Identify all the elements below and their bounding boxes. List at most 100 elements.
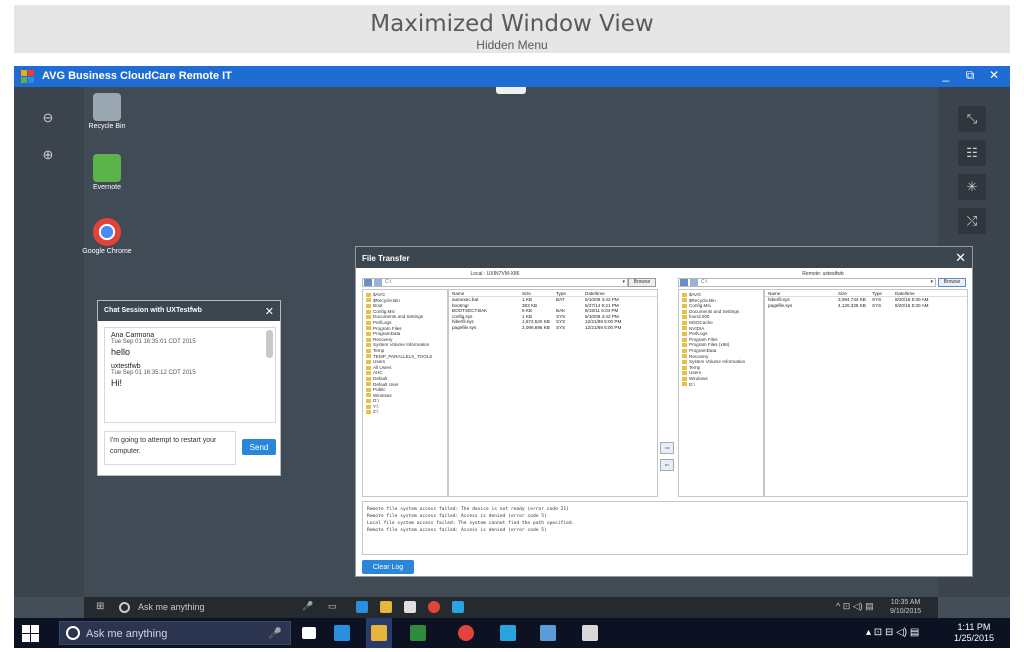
hidden-menu-handle[interactable]	[496, 87, 526, 94]
column-header[interactable]: Name	[768, 290, 780, 297]
local-up-icon[interactable]	[374, 279, 382, 286]
chrome-label: Google Chrome	[82, 248, 132, 255]
remote-search-text[interactable]: Ask me anything	[138, 602, 205, 612]
recycle-bin-label: Recycle Bin	[88, 123, 126, 130]
file-cell: 8/20/15 5:30 AM	[895, 302, 929, 308]
message-timestamp: Tue Sep 01 16:35:12 CDT 2015	[111, 370, 196, 376]
remote-mic-icon[interactable]: 🎤	[302, 601, 313, 612]
remote-clock: 10:35 AM 9/10/2015	[890, 598, 921, 616]
clear-log-button[interactable]: Clear Log	[362, 560, 414, 574]
file-cell: 4,126,328 KB	[838, 302, 866, 308]
task-view-icon[interactable]	[302, 627, 316, 639]
remote-skype-icon[interactable]	[452, 601, 464, 613]
evernote-desktop-icon[interactable]: Evernote	[82, 154, 132, 192]
column-header[interactable]: Name	[452, 290, 464, 297]
tray-icons[interactable]: ▴ ⊡ ⊟ ◁) ▤	[866, 627, 919, 638]
host-date: 1/25/2015	[953, 633, 994, 643]
local-folder-icon	[364, 279, 372, 286]
remote-dropdown-icon[interactable]: ▾	[930, 279, 933, 286]
chat-scrollbar[interactable]	[266, 330, 273, 358]
send-button[interactable]: Send	[242, 439, 276, 455]
minimize-button[interactable]: _	[938, 68, 954, 82]
mic-icon[interactable]: 🎤	[268, 627, 282, 640]
remote-time: 10:35 AM	[890, 599, 921, 606]
file-transfer-header: File Transfer ✕	[356, 247, 972, 268]
close-button[interactable]: ✕	[986, 68, 1002, 82]
column-header[interactable]: Date/time	[585, 290, 605, 297]
cortana-icon	[66, 626, 80, 640]
transfer-left-button[interactable]: ⇐	[660, 459, 674, 471]
message-text: hello	[111, 347, 131, 357]
remote-explorer-icon[interactable]	[380, 601, 392, 613]
remote-start-icon[interactable]: ⊞	[96, 601, 104, 612]
local-pane-title: Local : UXIN7VM-X86	[470, 271, 520, 277]
file-transfer-close-icon[interactable]: ✕	[955, 250, 966, 266]
column-header[interactable]: Type	[556, 290, 566, 297]
remote-task-view-icon[interactable]: ▭	[328, 601, 337, 612]
column-header[interactable]: Type	[872, 290, 882, 297]
local-path-field[interactable]: C:\ ▾	[362, 278, 628, 287]
host-search-box[interactable]: Ask me anything 🎤	[59, 621, 291, 645]
remote-up-icon[interactable]	[690, 279, 698, 286]
restore-button[interactable]: ⧉	[962, 68, 978, 83]
banner-title: Maximized Window View	[370, 11, 654, 37]
remote-pane-title: Remote: uxtestfwb	[802, 271, 844, 277]
zoom-out-icon[interactable]: ⊖	[34, 105, 62, 131]
remote-folder-tree[interactable]: $AVG $Recycle.Bin Config.Msi Documents and …	[678, 289, 764, 497]
windows-start-icon[interactable]	[22, 625, 39, 642]
local-file-list[interactable]: Name Size Type Date/time autoexec.bat 1 KB BAT…	[448, 289, 658, 497]
message-timestamp: Tue Sep 01 16:35:01 CDT 2015	[111, 339, 196, 345]
file-transfer-window: File Transfer ✕ Local : UXIN7VM-X86 C:\ …	[355, 246, 973, 577]
file-cell: 2,096,896 KB	[522, 324, 550, 330]
photos-icon[interactable]	[540, 625, 556, 641]
chat-header: Chat Session with UXTestfwb ✕	[98, 301, 280, 321]
recycle-bin-desktop-icon[interactable]: Recycle Bin	[82, 93, 132, 131]
host-time: 1:11 PM	[957, 622, 991, 632]
unpin-icon[interactable]: ⤭	[958, 208, 986, 234]
ie-icon[interactable]	[334, 625, 350, 641]
remote-chrome-icon[interactable]	[428, 601, 440, 613]
transfer-right-button[interactable]: ⇒	[660, 442, 674, 454]
column-header[interactable]: Size	[522, 290, 531, 297]
host-taskbar: Ask me anything 🎤 ▴ ⊡ ⊟ ◁) ▤ 1:11 PM 1/2…	[14, 618, 1010, 648]
local-folder-tree[interactable]: $AVG $Recycle.Bin Boot Config.Msi Documents …	[362, 289, 448, 497]
loading-icon[interactable]: ✳	[958, 174, 986, 200]
remote-browse-button[interactable]: Browse	[938, 278, 966, 287]
zoom-in-icon[interactable]: ⊕	[34, 142, 62, 168]
local-browse-button[interactable]: Browse	[628, 278, 656, 287]
file-cell: SYS	[872, 302, 882, 308]
file-cell: SYS	[556, 324, 566, 330]
chrome-desktop-icon[interactable]: Google Chrome	[82, 218, 132, 256]
chrome-taskbar-icon[interactable]	[458, 625, 474, 641]
column-header[interactable]: Size	[838, 290, 847, 297]
message-text: Hi!	[111, 378, 122, 388]
chat-input[interactable]: I'm going to attempt to restart your com…	[104, 431, 236, 465]
local-path-value: C:\	[385, 279, 392, 285]
file-row[interactable]: pagefile.sys 2,096,896 KB SYS 12/21/89 5:00…	[449, 325, 657, 331]
file-cell: 12/21/89 5:00 PM	[585, 324, 622, 330]
remote-file-list[interactable]: Name Size Type Date/time hiberfil.sys 3,094,7…	[764, 289, 968, 497]
tree-item[interactable]: D:\	[682, 382, 760, 388]
store-icon[interactable]	[410, 625, 426, 641]
remote-store-icon[interactable]	[404, 601, 416, 613]
remote-search-icon[interactable]	[119, 602, 130, 613]
log-line: Remote file system access failed: Access…	[367, 528, 547, 533]
tree-item[interactable]: Z:\	[366, 409, 444, 415]
skype-icon[interactable]	[500, 625, 516, 641]
network-icon[interactable]: ☷	[958, 140, 986, 166]
chat-title: Chat Session with UXTestfwb	[104, 307, 202, 314]
explorer-icon[interactable]	[371, 625, 387, 641]
fit-screen-icon[interactable]: ⤡	[958, 106, 986, 132]
app-icon[interactable]	[582, 625, 598, 641]
remote-path-field[interactable]: C:\ ▾	[678, 278, 936, 287]
chrome-icon	[93, 218, 121, 246]
evernote-label: Evernote	[92, 184, 122, 191]
remote-edge-icon[interactable]	[356, 601, 368, 613]
message-sender: Ana Carmona	[111, 332, 155, 339]
remote-tray-icons[interactable]: ^ ⊡ ◁) ▤	[836, 601, 874, 612]
column-header[interactable]: Date/time	[895, 290, 915, 297]
file-row[interactable]: pagefile.sys 4,126,328 KB SYS 8/20/15 5:30 …	[765, 303, 967, 309]
local-dropdown-icon[interactable]: ▾	[622, 279, 625, 286]
log-line: Remote file system access failed: Access…	[367, 514, 547, 519]
chat-close-icon[interactable]: ✕	[265, 305, 274, 318]
